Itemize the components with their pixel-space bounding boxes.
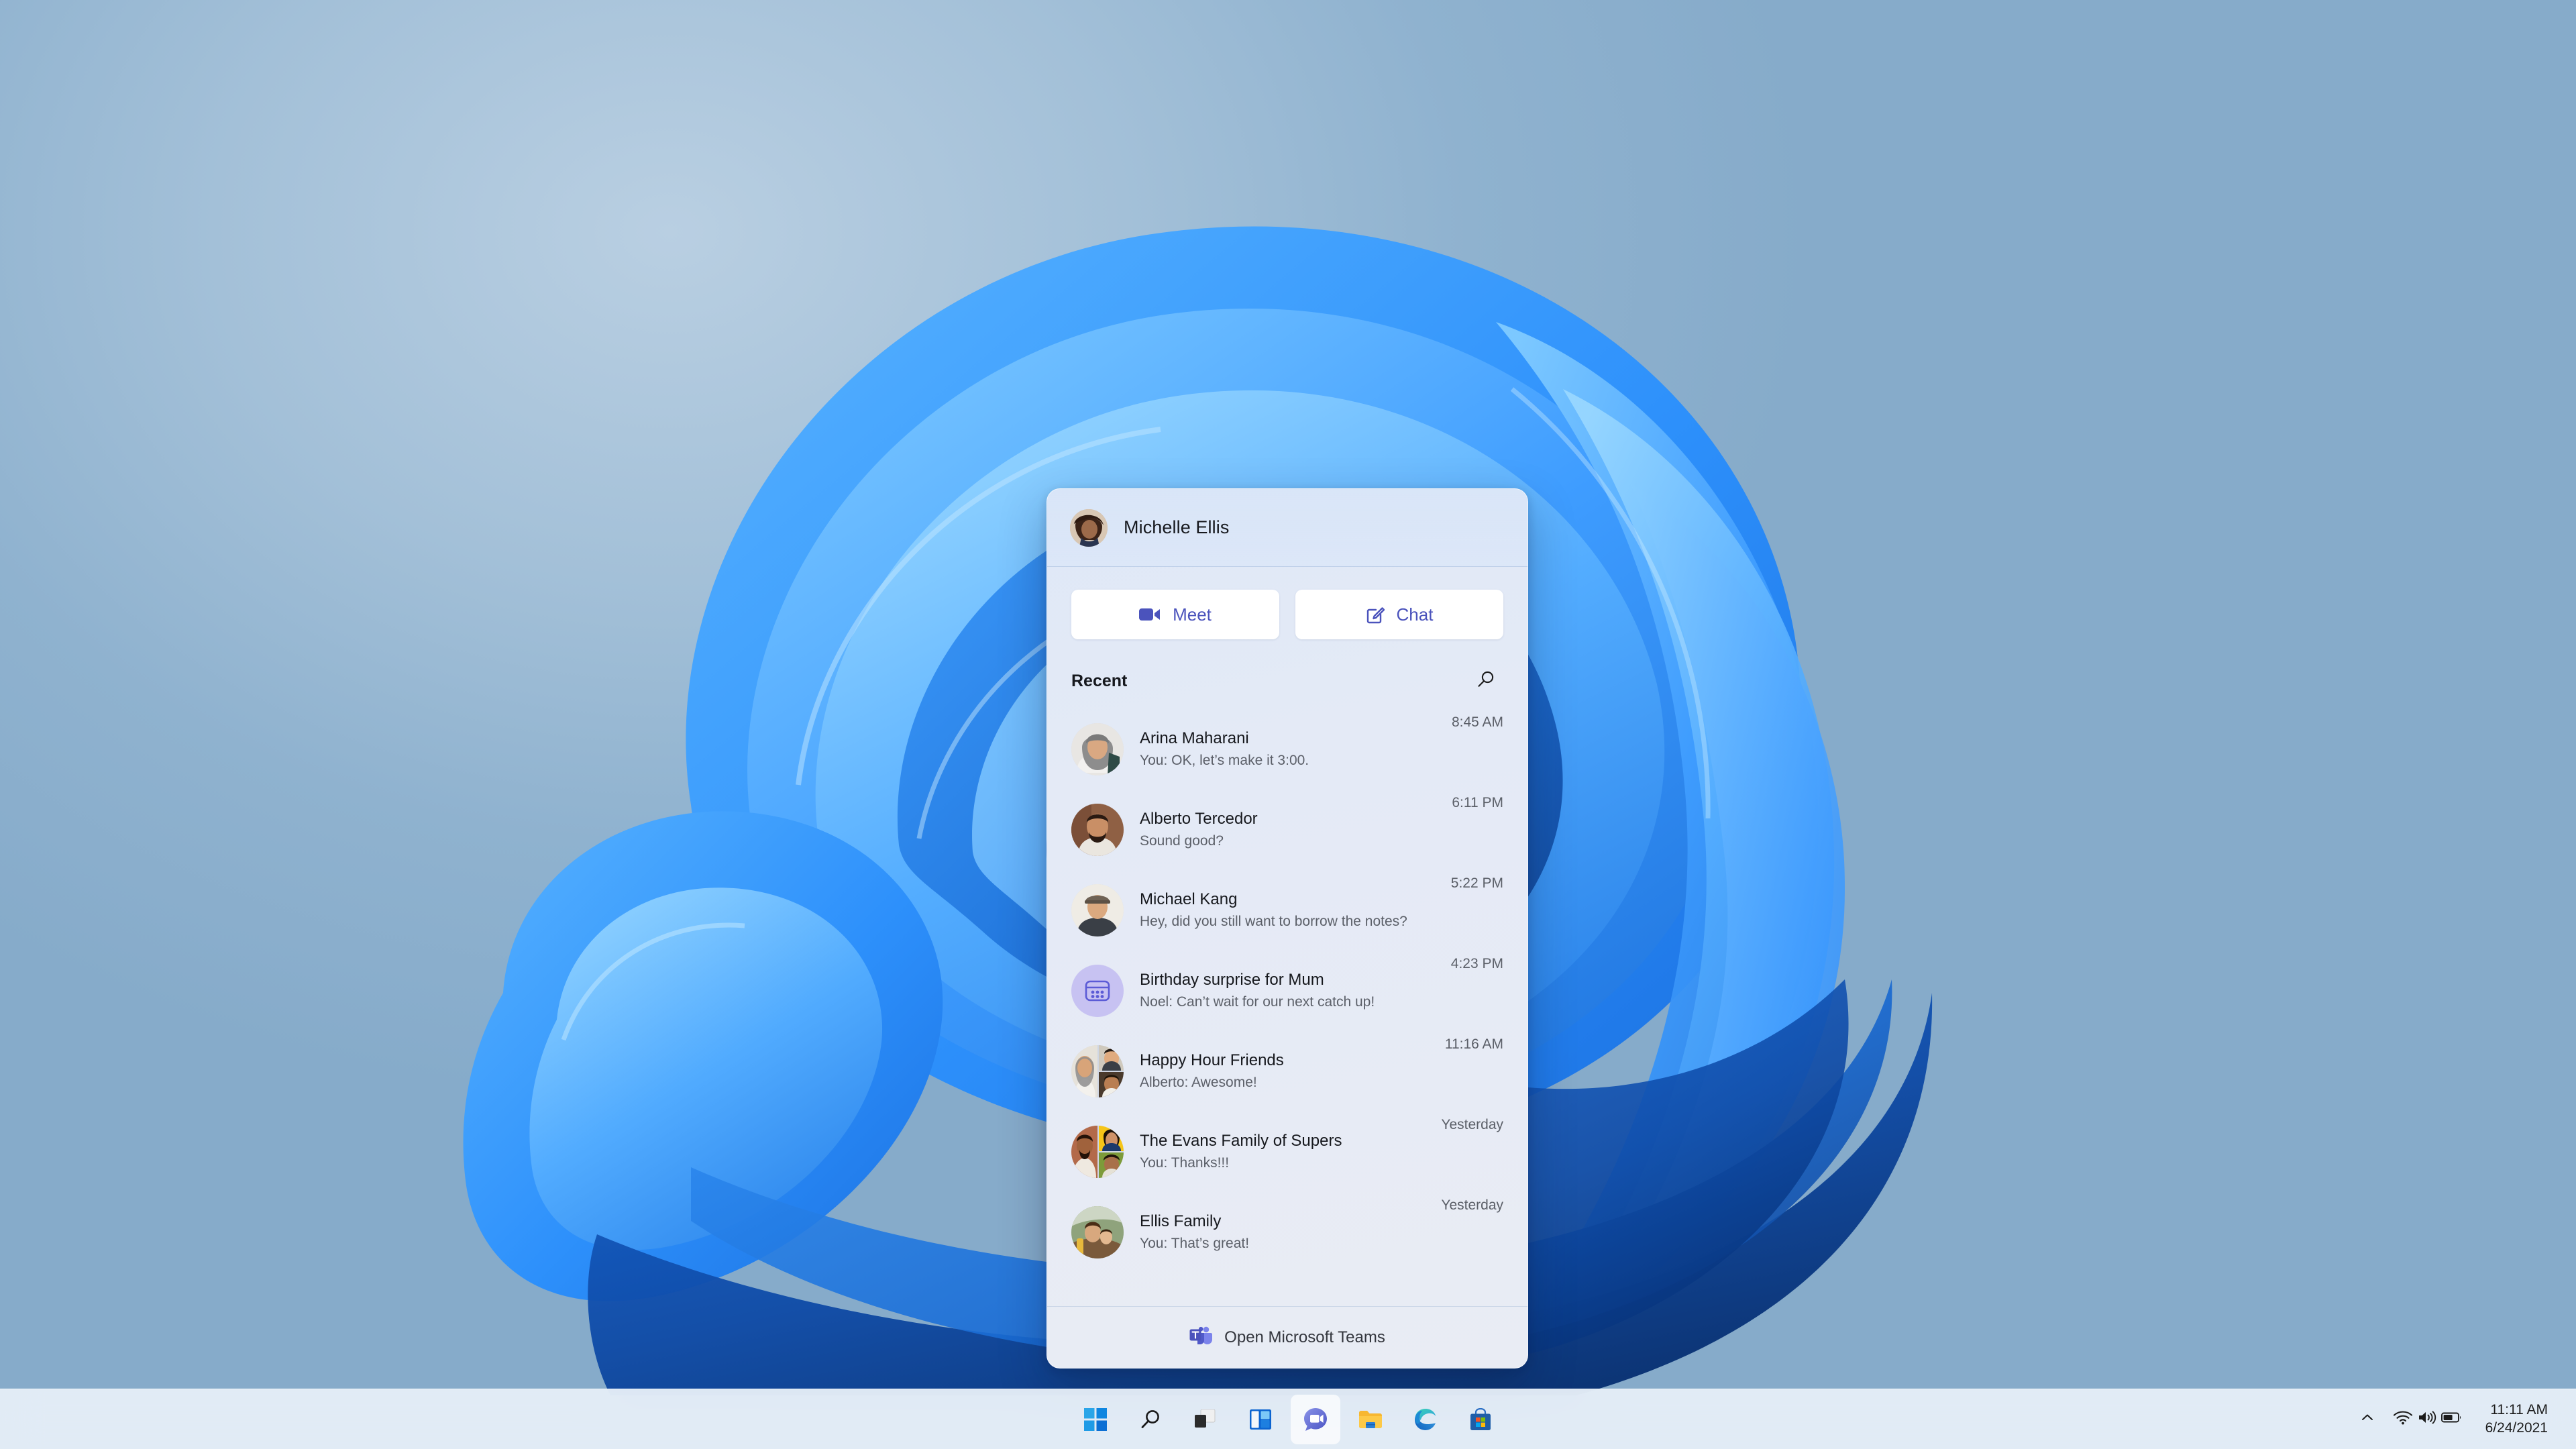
recent-label: Recent <box>1071 671 1128 690</box>
open-microsoft-teams-button[interactable]: Open Microsoft Teams <box>1047 1306 1527 1368</box>
list-item[interactable]: Birthday surprise for Mum Noel: Can’t wa… <box>1047 951 1527 1031</box>
chat-title: The Evans Family of Supers <box>1140 1131 1342 1150</box>
list-item-text: Michael Kang Hey, did you still want to … <box>1140 890 1438 931</box>
happy-hour-friends-avatar <box>1071 1045 1124 1097</box>
chat-preview: Hey, did you still want to borrow the no… <box>1140 914 1407 930</box>
chat-teams-button[interactable] <box>1291 1394 1340 1444</box>
task-view-button[interactable] <box>1181 1395 1230 1444</box>
recent-chats-list[interactable]: Arina Maharani You: OK, let’s make it 3:… <box>1047 708 1527 1306</box>
search-chats-button[interactable] <box>1468 663 1503 698</box>
flyout-action-buttons: Meet Chat <box>1047 567 1527 657</box>
clock-and-date[interactable]: 11:11 AM 6/24/2021 <box>2472 1395 2560 1444</box>
teams-chat-flyout: Michelle Ellis Meet Chat Recent Arina Ma… <box>1046 488 1528 1368</box>
evans-family-avatar <box>1071 1126 1124 1178</box>
file-explorer-icon <box>1358 1409 1383 1430</box>
widgets-icon <box>1250 1409 1271 1430</box>
chat-preview: You: Thanks!!! <box>1140 1155 1230 1171</box>
list-item-text: Ellis Family You: That’s great! <box>1140 1212 1428 1253</box>
arina-maharani-avatar <box>1071 723 1124 775</box>
recent-section-header: Recent <box>1047 657 1527 708</box>
list-item-text: The Evans Family of Supers You: Thanks!!… <box>1140 1131 1428 1173</box>
list-item[interactable]: Alberto Tercedor Sound good? 6:11 PM <box>1047 790 1527 870</box>
list-item-text: Happy Hour Friends Alberto: Awesome! <box>1140 1051 1432 1092</box>
chat-timestamp: Yesterday <box>1441 1197 1503 1213</box>
video-camera-icon <box>1139 606 1161 623</box>
battery-icon <box>2440 1411 2463 1428</box>
account-name: Michelle Ellis <box>1124 517 1230 537</box>
chat-timestamp: 4:23 PM <box>1450 956 1503 971</box>
chat-preview: You: OK, let’s make it 3:00. <box>1140 753 1309 769</box>
list-item[interactable]: Arina Maharani You: OK, let’s make it 3:… <box>1047 709 1527 790</box>
michael-kang-avatar <box>1071 884 1124 936</box>
taskbar: 11:11 AM 6/24/2021 <box>0 1389 2576 1449</box>
compose-chat-icon <box>1366 605 1385 624</box>
list-item[interactable]: The Evans Family of Supers You: Thanks!!… <box>1047 1112 1527 1192</box>
flyout-account-header: Michelle Ellis <box>1047 489 1527 567</box>
microsoft-store-icon <box>1470 1407 1491 1431</box>
group-chat-icon <box>1071 965 1124 1017</box>
search-icon <box>1139 1408 1162 1431</box>
chat-timestamp: 6:11 PM <box>1452 795 1503 810</box>
microsoft-store-button[interactable] <box>1456 1395 1505 1444</box>
search-button[interactable] <box>1126 1395 1175 1444</box>
list-item[interactable]: Happy Hour Friends Alberto: Awesome! 11:… <box>1047 1031 1527 1112</box>
ellis-family-avatar <box>1071 1206 1124 1258</box>
clock-time: 11:11 AM <box>2490 1401 2548 1417</box>
microsoft-teams-logo <box>1189 1326 1213 1349</box>
list-item-text: Alberto Tercedor Sound good? <box>1140 809 1438 851</box>
list-item-text: Arina Maharani You: OK, let’s make it 3:… <box>1140 729 1438 770</box>
chat-title: Happy Hour Friends <box>1140 1051 1284 1069</box>
list-item-text: Birthday surprise for Mum Noel: Can’t wa… <box>1140 970 1438 1012</box>
chat-button[interactable]: Chat <box>1295 590 1503 639</box>
chat-title: Arina Maharani <box>1140 729 1249 747</box>
chevron-up-icon <box>2359 1409 2375 1429</box>
chat-preview: Noel: Can’t wait for our next catch up! <box>1140 994 1375 1010</box>
avatar <box>1070 508 1108 547</box>
chat-button-label: Chat <box>1396 604 1434 625</box>
meet-button-label: Meet <box>1173 604 1212 625</box>
chat-timestamp: 5:22 PM <box>1450 875 1503 891</box>
meet-button[interactable]: Meet <box>1071 590 1279 639</box>
microsoft-edge-icon <box>1413 1407 1438 1432</box>
file-explorer-button[interactable] <box>1346 1395 1395 1444</box>
teams-chat-icon <box>1303 1407 1328 1432</box>
chat-title: Birthday surprise for Mum <box>1140 970 1324 989</box>
wifi-icon <box>2393 1409 2413 1429</box>
list-item[interactable]: Michael Kang Hey, did you still want to … <box>1047 870 1527 951</box>
chat-preview: Alberto: Awesome! <box>1140 1075 1257 1091</box>
taskbar-center-group <box>1071 1394 1505 1444</box>
chat-title: Alberto Tercedor <box>1140 809 1258 828</box>
search-icon <box>1476 669 1496 693</box>
chat-title: Ellis Family <box>1140 1212 1222 1230</box>
open-microsoft-teams-label: Open Microsoft Teams <box>1224 1328 1385 1346</box>
task-view-icon <box>1194 1409 1217 1430</box>
chat-timestamp: 11:16 AM <box>1444 1036 1503 1052</box>
widgets-button[interactable] <box>1236 1395 1285 1444</box>
quick-settings-button[interactable] <box>2383 1395 2472 1444</box>
clock-date: 6/24/2021 <box>2485 1419 2548 1436</box>
chat-timestamp: Yesterday <box>1441 1117 1503 1132</box>
edge-button[interactable] <box>1401 1395 1450 1444</box>
chat-preview: Sound good? <box>1140 833 1224 849</box>
system-tray: 11:11 AM 6/24/2021 <box>2351 1389 2576 1449</box>
alberto-tercedor-avatar <box>1071 804 1124 856</box>
windows-logo-icon <box>1084 1407 1107 1431</box>
start-button[interactable] <box>1071 1395 1120 1444</box>
list-item[interactable]: Ellis Family You: That’s great! Yesterda… <box>1047 1192 1527 1273</box>
chat-timestamp: 8:45 AM <box>1451 714 1503 730</box>
chat-preview: You: That’s great! <box>1140 1236 1250 1252</box>
speaker-icon <box>2417 1409 2437 1429</box>
show-hidden-icons-button[interactable] <box>2351 1395 2383 1444</box>
chat-title: Michael Kang <box>1140 890 1238 908</box>
